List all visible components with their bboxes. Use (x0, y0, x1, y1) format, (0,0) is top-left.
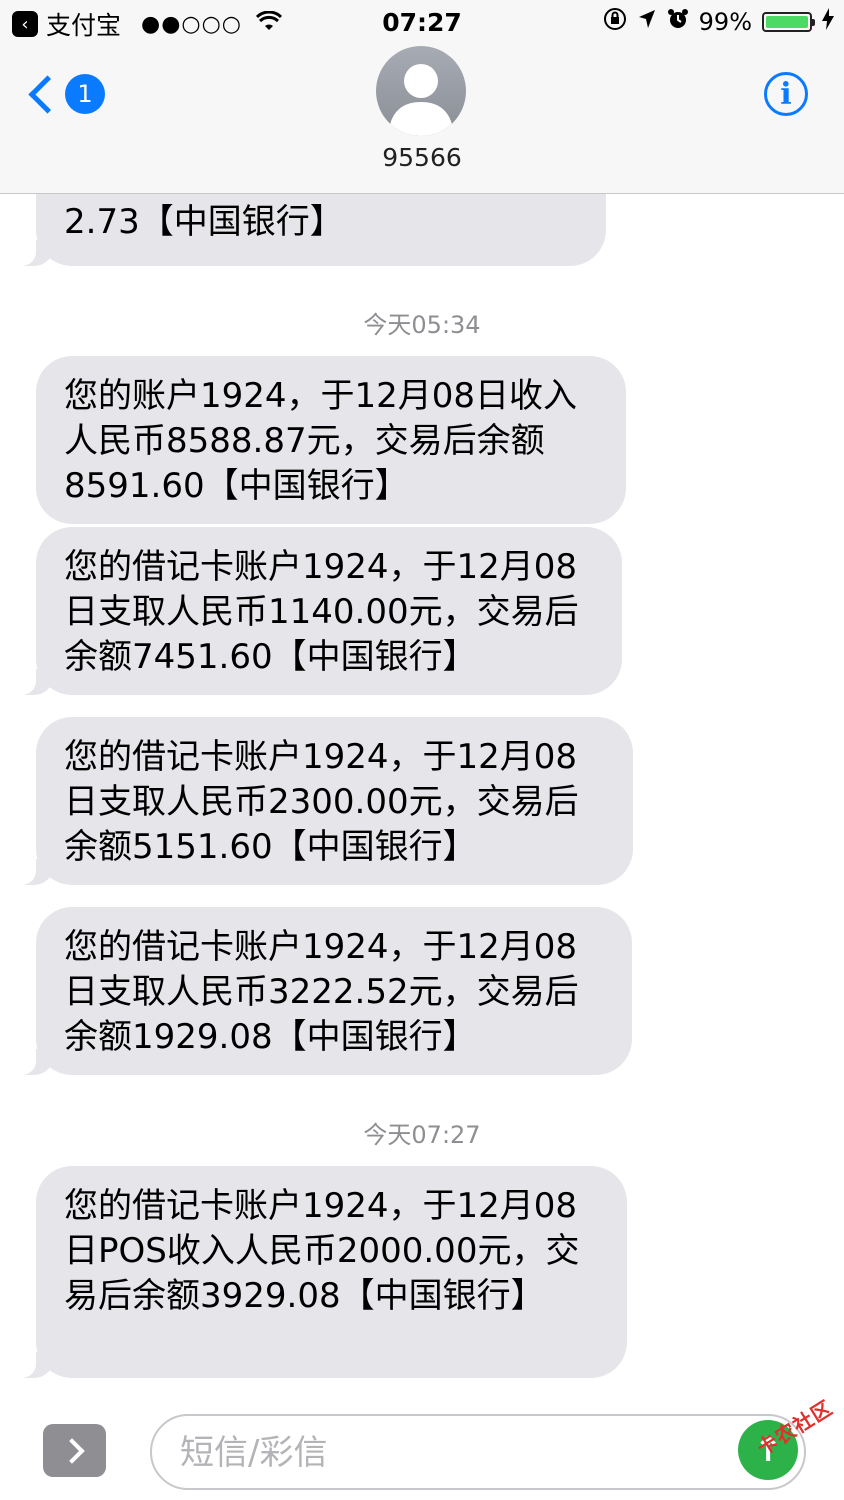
battery-percent: 99% (698, 8, 752, 36)
message-thread[interactable]: 2.73【中国银行】 今天05:34 您的账户1924，于12月08日收入人民币… (0, 0, 844, 1500)
message-text: 您的借记卡账户1924，于12月08日支取人民币3222.52元，交易后余额19… (64, 927, 579, 1057)
contact-avatar[interactable] (376, 46, 466, 136)
message-text: 您的借记卡账户1924，于12月08日支取人民币1140.00元，交易后余额74… (64, 547, 579, 677)
message-bubble[interactable]: 您的账户1924，于12月08日收入人民币8588.87元，交易后余额8591.… (36, 356, 626, 524)
message-text: 您的账户1924，于12月08日收入人民币8588.87元，交易后余额8591.… (64, 376, 578, 506)
conversation-header: 1 95566 i (0, 46, 844, 194)
message-bubble[interactable]: 您的借记卡账户1924，于12月08日支取人民币2300.00元，交易后余额51… (14, 717, 633, 885)
message-bubble[interactable]: 您的借记卡账户1924，于12月08日支取人民币3222.52元，交易后余额19… (14, 907, 632, 1075)
back-button[interactable]: 1 (26, 74, 105, 114)
composer-bar (0, 1400, 844, 1500)
message-input[interactable] (178, 1426, 722, 1480)
person-icon (388, 64, 454, 136)
info-icon: i (780, 76, 792, 112)
timestamp: 今天05:34 (363, 311, 481, 339)
status-bar: ‹ 支付宝 ●●○○○ 07:27 99% (0, 0, 844, 46)
info-button[interactable]: i (764, 72, 808, 116)
alarm-icon (667, 8, 689, 36)
chevron-right-icon (58, 1437, 85, 1464)
location-icon (637, 8, 657, 36)
charging-icon (822, 8, 834, 36)
message-bubble[interactable]: 您的借记卡账户1924，于12月08日支取人民币1140.00元，交易后余额74… (14, 527, 622, 695)
chevron-left-icon (28, 74, 67, 114)
orientation-lock-icon (603, 7, 627, 37)
message-bubble[interactable]: 您的借记卡账户1924，于12月08日POS收入人民币2000.00元，交易后余… (14, 1166, 627, 1378)
timestamp: 今天07:27 (363, 1121, 481, 1149)
message-text: 您的借记卡账户1924，于12月08日POS收入人民币2000.00元，交易后余… (64, 1186, 580, 1316)
unread-count-badge: 1 (65, 74, 105, 114)
message-text: 您的借记卡账户1924，于12月08日支取人民币2300.00元，交易后余额51… (64, 737, 579, 867)
message-text: 2.73【中国银行】 (64, 202, 344, 242)
expand-apps-button[interactable] (43, 1424, 106, 1477)
contact-name[interactable]: 95566 (0, 143, 844, 172)
message-field[interactable] (150, 1414, 806, 1490)
battery-icon (762, 12, 815, 32)
